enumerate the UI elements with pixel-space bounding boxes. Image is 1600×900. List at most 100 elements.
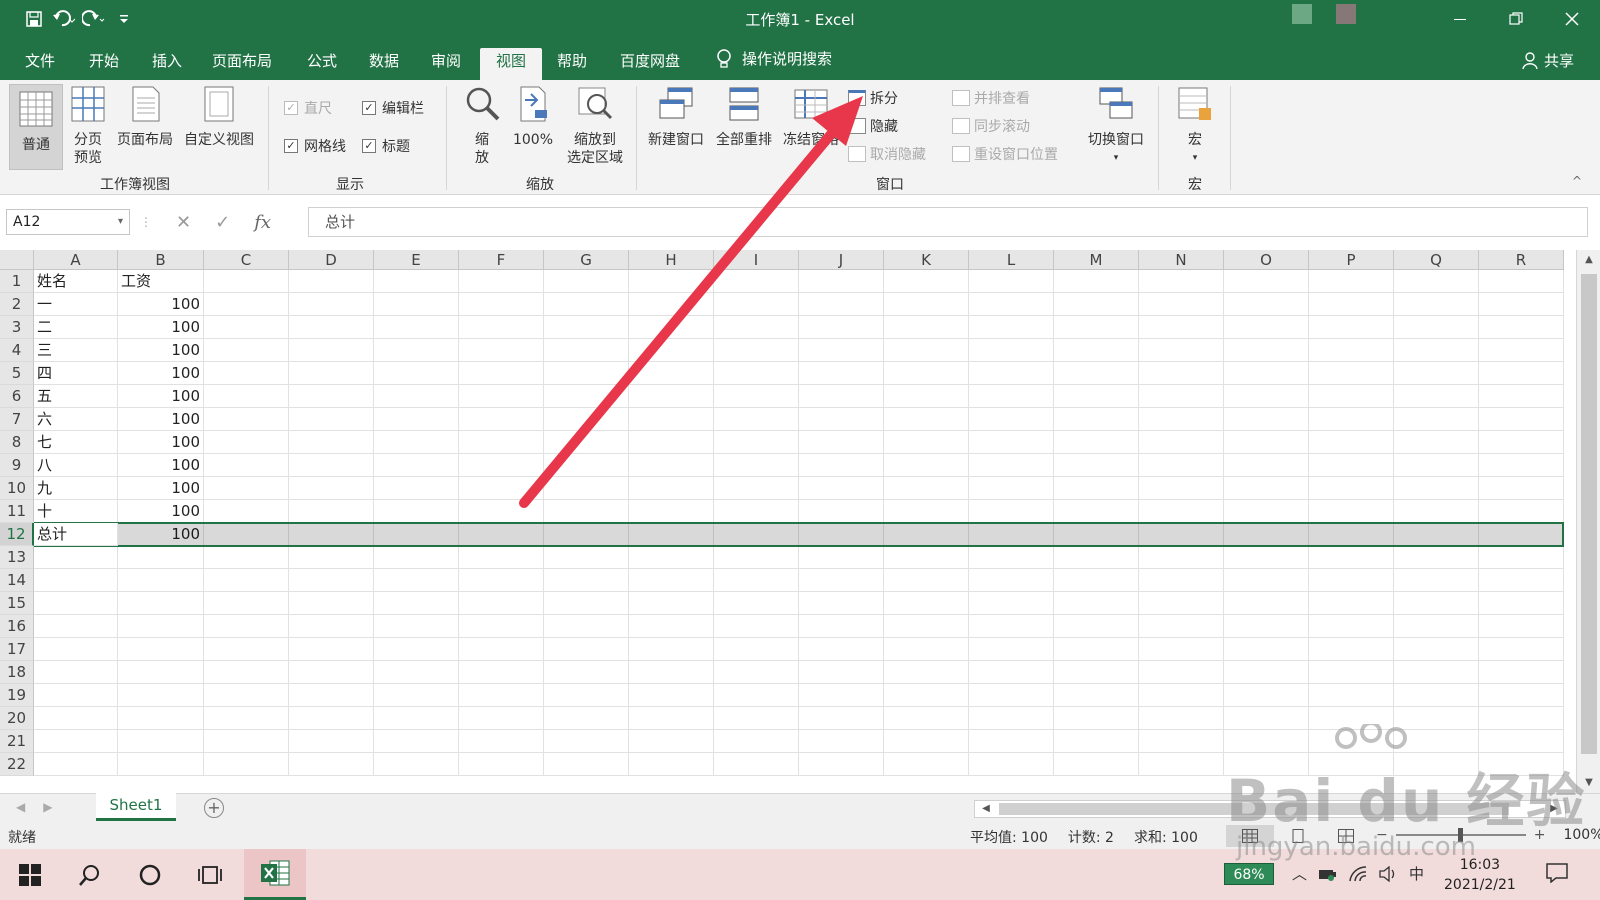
cell-Q9[interactable] bbox=[1394, 454, 1479, 477]
cell-K17[interactable] bbox=[884, 638, 969, 661]
cell-I15[interactable] bbox=[714, 592, 799, 615]
cell-B2[interactable]: 100 bbox=[118, 293, 204, 316]
cell-H13[interactable] bbox=[629, 546, 714, 569]
cell-L14[interactable] bbox=[969, 569, 1054, 592]
cell-I1[interactable] bbox=[714, 270, 799, 293]
cell-O18[interactable] bbox=[1224, 661, 1309, 684]
cell-L12[interactable] bbox=[969, 523, 1054, 546]
cell-Q8[interactable] bbox=[1394, 431, 1479, 454]
cell-F16[interactable] bbox=[459, 615, 544, 638]
cell-Q3[interactable] bbox=[1394, 316, 1479, 339]
cell-K7[interactable] bbox=[884, 408, 969, 431]
cell-H22[interactable] bbox=[629, 753, 714, 776]
cell-A6[interactable]: 五 bbox=[34, 385, 118, 408]
cell-Q4[interactable] bbox=[1394, 339, 1479, 362]
cell-A11[interactable]: 十 bbox=[34, 500, 118, 523]
cell-G8[interactable] bbox=[544, 431, 629, 454]
row-header-20[interactable]: 20 bbox=[0, 707, 34, 730]
tab-2[interactable]: 插入 bbox=[145, 48, 189, 80]
cell-L20[interactable] bbox=[969, 707, 1054, 730]
cell-M6[interactable] bbox=[1054, 385, 1139, 408]
row-header-14[interactable]: 14 bbox=[0, 569, 34, 592]
cell-H20[interactable] bbox=[629, 707, 714, 730]
cell-M3[interactable] bbox=[1054, 316, 1139, 339]
cell-A10[interactable]: 九 bbox=[34, 477, 118, 500]
cell-A22[interactable] bbox=[34, 753, 118, 776]
cell-E14[interactable] bbox=[374, 569, 459, 592]
volume-icon[interactable] bbox=[1379, 865, 1397, 882]
cell-I20[interactable] bbox=[714, 707, 799, 730]
cell-N17[interactable] bbox=[1139, 638, 1224, 661]
cell-H8[interactable] bbox=[629, 431, 714, 454]
cell-G1[interactable] bbox=[544, 270, 629, 293]
cell-C8[interactable] bbox=[204, 431, 289, 454]
cell-Q15[interactable] bbox=[1394, 592, 1479, 615]
chevron-left-icon[interactable]: ◀ bbox=[16, 800, 25, 814]
row-header-21[interactable]: 21 bbox=[0, 730, 34, 753]
cell-H19[interactable] bbox=[629, 684, 714, 707]
cell-L22[interactable] bbox=[969, 753, 1054, 776]
cell-R15[interactable] bbox=[1479, 592, 1564, 615]
cell-P8[interactable] bbox=[1309, 431, 1394, 454]
cell-C1[interactable] bbox=[204, 270, 289, 293]
cell-J12[interactable] bbox=[799, 523, 884, 546]
cell-F18[interactable] bbox=[459, 661, 544, 684]
cell-K2[interactable] bbox=[884, 293, 969, 316]
column-header-I[interactable]: I bbox=[714, 250, 799, 270]
cell-F10[interactable] bbox=[459, 477, 544, 500]
row-header-16[interactable]: 16 bbox=[0, 615, 34, 638]
cell-L5[interactable] bbox=[969, 362, 1054, 385]
column-header-B[interactable]: B bbox=[118, 250, 204, 270]
cell-P7[interactable] bbox=[1309, 408, 1394, 431]
cell-I14[interactable] bbox=[714, 569, 799, 592]
tab-0[interactable]: 文件 bbox=[18, 48, 62, 80]
tab-3[interactable]: 页面布局 bbox=[208, 48, 276, 80]
cell-B21[interactable] bbox=[118, 730, 204, 753]
row-header-15[interactable]: 15 bbox=[0, 592, 34, 615]
row-header-6[interactable]: 6 bbox=[0, 385, 34, 408]
tab-5[interactable]: 数据 bbox=[362, 48, 406, 80]
cell-G22[interactable] bbox=[544, 753, 629, 776]
cell-C5[interactable] bbox=[204, 362, 289, 385]
cell-E3[interactable] bbox=[374, 316, 459, 339]
cell-L11[interactable] bbox=[969, 500, 1054, 523]
cell-D12[interactable] bbox=[289, 523, 374, 546]
cell-K19[interactable] bbox=[884, 684, 969, 707]
cell-D19[interactable] bbox=[289, 684, 374, 707]
cell-E8[interactable] bbox=[374, 431, 459, 454]
cell-G15[interactable] bbox=[544, 592, 629, 615]
cell-B9[interactable]: 100 bbox=[118, 454, 204, 477]
cell-D22[interactable] bbox=[289, 753, 374, 776]
minimize-icon[interactable] bbox=[1432, 0, 1488, 38]
column-header-H[interactable]: H bbox=[629, 250, 714, 270]
page-layout-button[interactable]: 页面布局 bbox=[114, 84, 176, 149]
cell-F20[interactable] bbox=[459, 707, 544, 730]
column-header-P[interactable]: P bbox=[1309, 250, 1394, 270]
cell-F1[interactable] bbox=[459, 270, 544, 293]
cell-D20[interactable] bbox=[289, 707, 374, 730]
cell-R14[interactable] bbox=[1479, 569, 1564, 592]
cell-C20[interactable] bbox=[204, 707, 289, 730]
cell-B6[interactable]: 100 bbox=[118, 385, 204, 408]
cell-E18[interactable] bbox=[374, 661, 459, 684]
cell-C3[interactable] bbox=[204, 316, 289, 339]
cell-N16[interactable] bbox=[1139, 615, 1224, 638]
cell-N10[interactable] bbox=[1139, 477, 1224, 500]
cell-N22[interactable] bbox=[1139, 753, 1224, 776]
cell-H3[interactable] bbox=[629, 316, 714, 339]
cell-K5[interactable] bbox=[884, 362, 969, 385]
cell-J5[interactable] bbox=[799, 362, 884, 385]
cell-Q19[interactable] bbox=[1394, 684, 1479, 707]
cell-K4[interactable] bbox=[884, 339, 969, 362]
cell-A4[interactable]: 三 bbox=[34, 339, 118, 362]
cell-I17[interactable] bbox=[714, 638, 799, 661]
ruler-checkbox[interactable]: ✓ 直尺 bbox=[284, 98, 332, 118]
tab-4[interactable]: 公式 bbox=[300, 48, 344, 80]
cell-R11[interactable] bbox=[1479, 500, 1564, 523]
cell-C22[interactable] bbox=[204, 753, 289, 776]
cell-B18[interactable] bbox=[118, 661, 204, 684]
cell-B5[interactable]: 100 bbox=[118, 362, 204, 385]
cell-H4[interactable] bbox=[629, 339, 714, 362]
cell-R9[interactable] bbox=[1479, 454, 1564, 477]
cell-R13[interactable] bbox=[1479, 546, 1564, 569]
